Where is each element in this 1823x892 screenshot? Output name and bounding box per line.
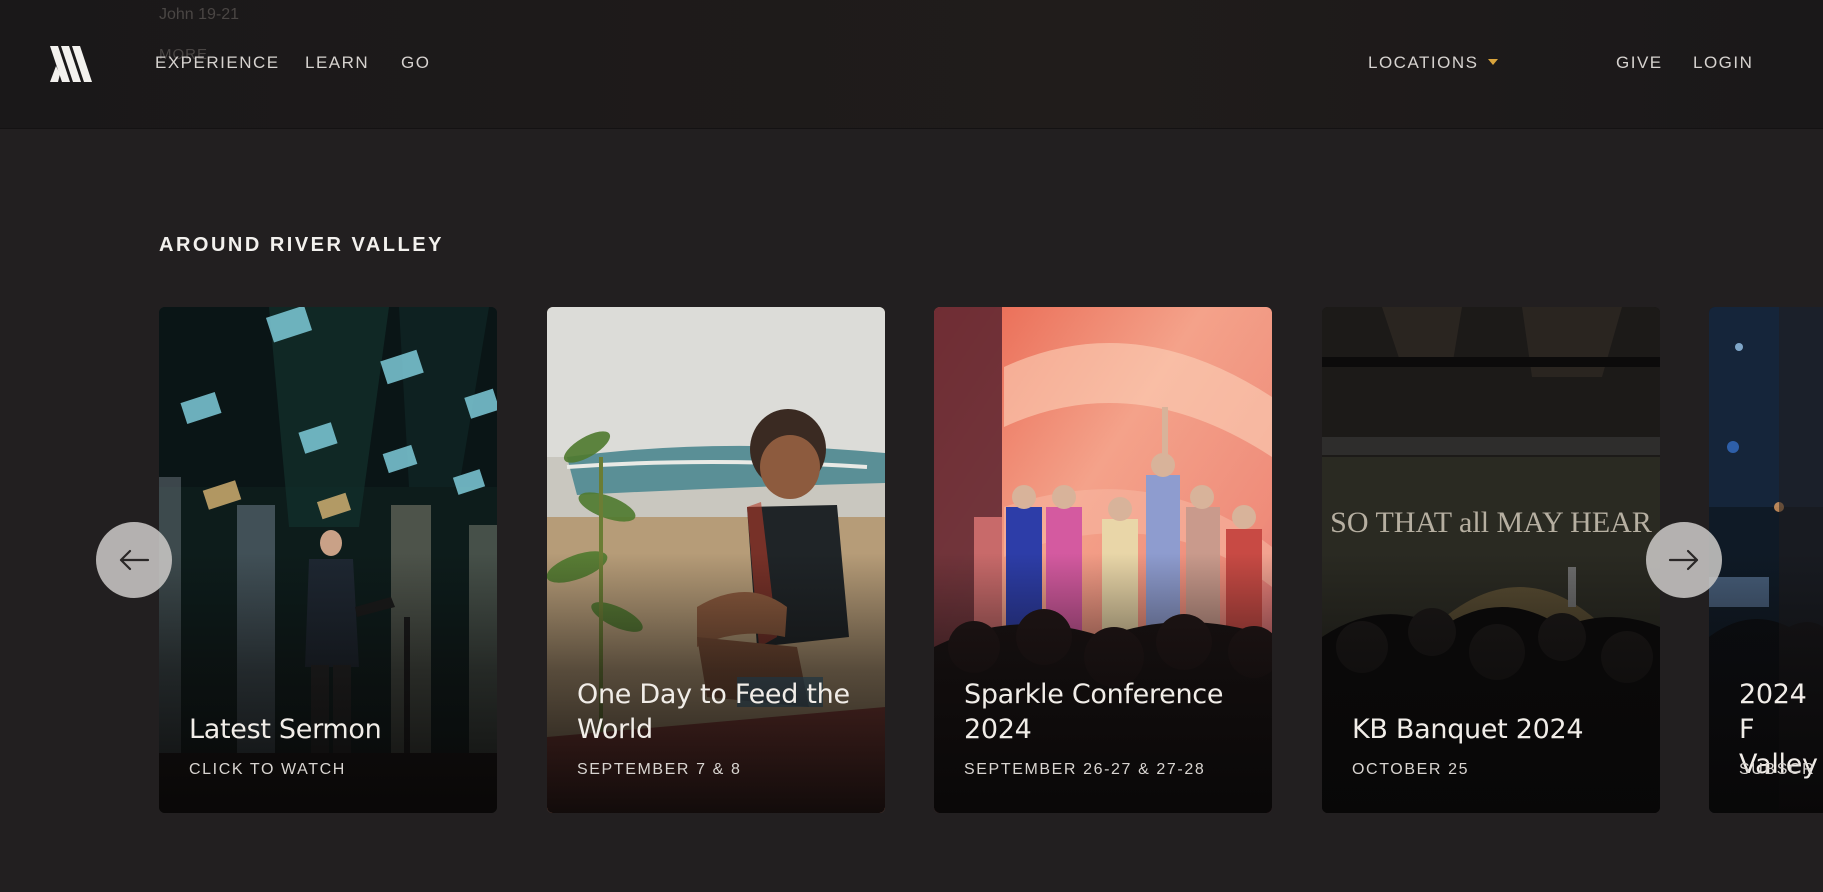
nav-go[interactable]: GO (401, 53, 430, 73)
carousel-prev-button[interactable] (96, 522, 172, 598)
arrow-right-icon (1668, 549, 1699, 571)
caret-down-icon (1488, 59, 1499, 65)
card-title: Sparkle Conference 2024 (964, 679, 1224, 745)
arrow-left-icon (119, 549, 150, 571)
card-subtitle: SEPTEMBER 26-27 & 27-28 (964, 761, 1206, 778)
card-subtitle: CLICK TO WATCH (189, 761, 346, 778)
card-title: KB Banquet 2024 (1352, 714, 1584, 745)
card-subtitle: OCTOBER 25 (1352, 761, 1470, 778)
card-kb-banquet[interactable]: SO THAT all MAY HEAR KB Banquet 2024 OCT… (1322, 307, 1660, 813)
card-river-valley-partial[interactable]: 2024 F Valley SUBSCR (1709, 307, 1823, 813)
card-subtitle: SUBSCR (1739, 761, 1816, 778)
section-title: AROUND RIVER VALLEY (159, 234, 444, 256)
nav-locations-dropdown[interactable]: LOCATIONS (1368, 53, 1499, 73)
card-title: Latest Sermon (189, 714, 382, 745)
nav-login[interactable]: LOGIN (1693, 53, 1753, 73)
card-one-day-to-feed-the-world[interactable]: One Day to Feed the World SEPTEMBER 7 & … (547, 307, 885, 813)
card-latest-sermon[interactable]: Latest Sermon CLICK TO WATCH (159, 307, 497, 813)
nav-give[interactable]: GIVE (1616, 53, 1663, 73)
page: John 19-21 MORE EXPERIENCE LEARN GO LOCA… (0, 0, 1823, 892)
card-sparkle-conference[interactable]: Sparkle Conference 2024 SEPTEMBER 26-27 … (934, 307, 1272, 813)
banquet-screen-text: SO THAT all MAY HEAR (1330, 506, 1652, 539)
nav-locations-label: LOCATIONS (1368, 53, 1479, 72)
card-title: One Day to Feed the World (577, 679, 850, 745)
nav-experience[interactable]: EXPERIENCE (155, 53, 280, 73)
background-scripture-ref: John 19-21 (159, 6, 240, 23)
site-header: John 19-21 MORE EXPERIENCE LEARN GO LOCA… (0, 0, 1823, 129)
river-valley-logo-icon[interactable] (48, 44, 92, 84)
carousel-next-button[interactable] (1646, 522, 1722, 598)
nav-learn[interactable]: LEARN (305, 53, 369, 73)
card-subtitle: SEPTEMBER 7 & 8 (577, 761, 742, 778)
